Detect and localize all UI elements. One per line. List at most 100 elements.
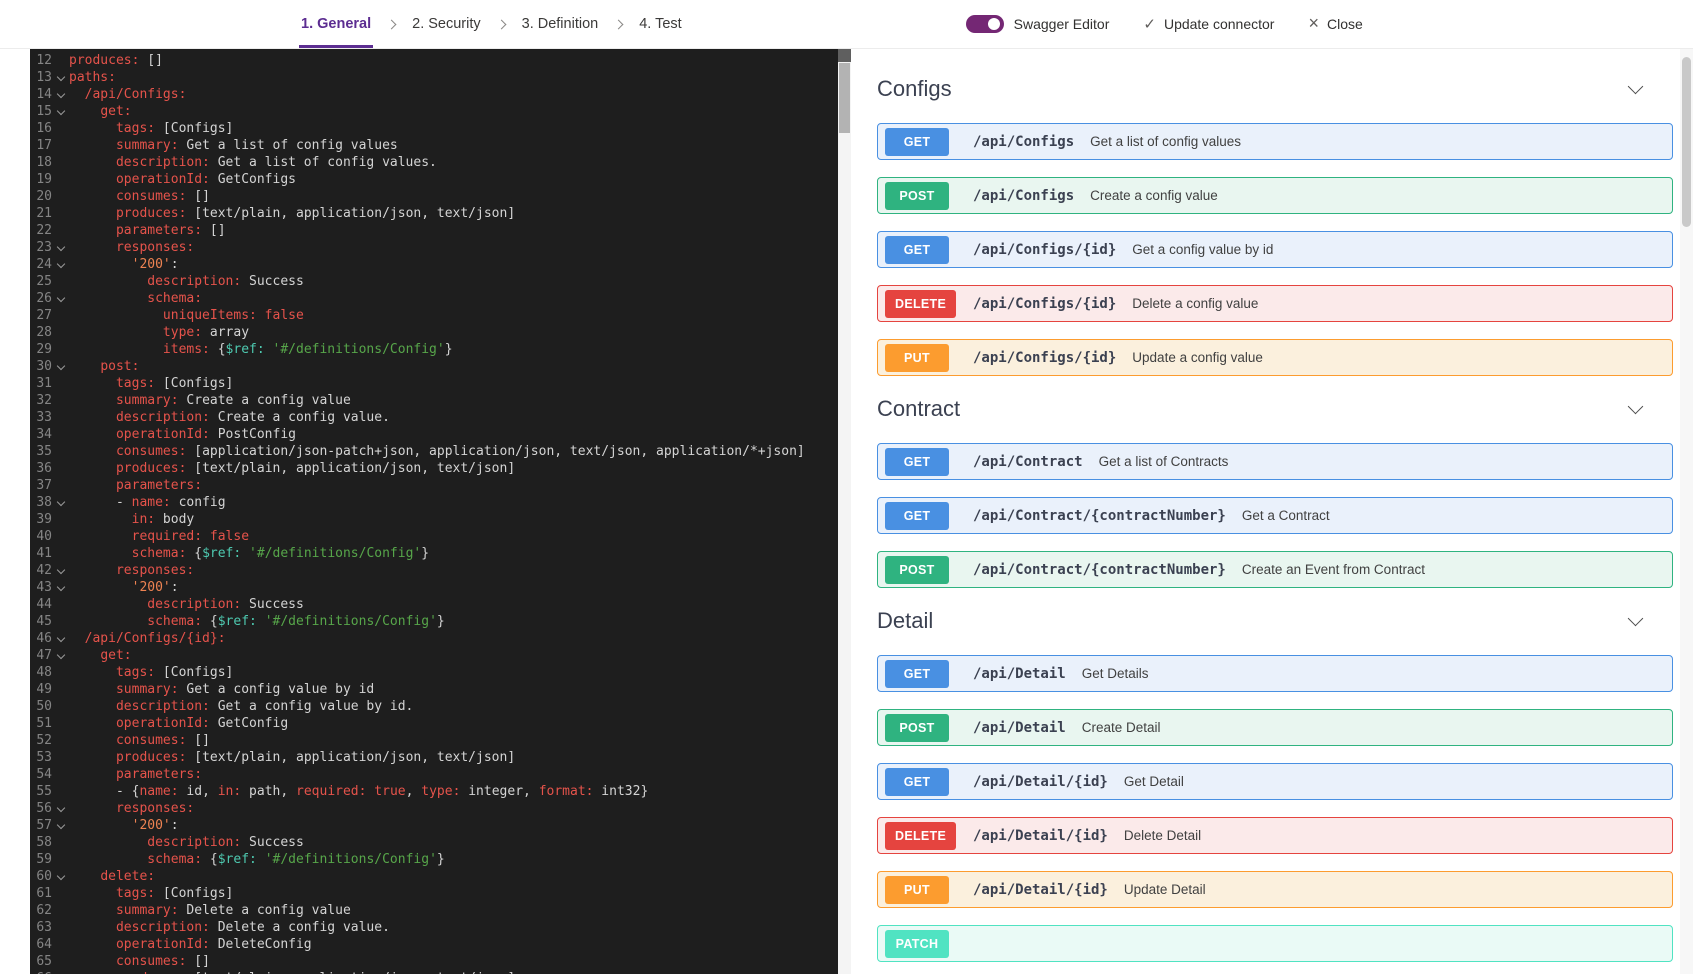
code-line[interactable]: 12 produces: []: [30, 52, 838, 69]
code-line[interactable]: 45 schema: {$ref: '#/definitions/Config'…: [30, 613, 838, 630]
code-line[interactable]: 52 consumes: []: [30, 732, 838, 749]
code-line[interactable]: 64 operationId: DeleteConfig: [30, 936, 838, 953]
code-line[interactable]: 16 tags: [Configs]: [30, 120, 838, 137]
operation-row[interactable]: DELETE/api/Detail/{id} Delete Detail: [877, 817, 1673, 854]
operation-row[interactable]: POST/api/Contract/{contractNumber} Create…: [877, 551, 1673, 588]
fold-chevron-icon[interactable]: [56, 565, 65, 574]
operation-row[interactable]: GET/api/Detail/{id} Get Detail: [877, 763, 1673, 800]
code-line[interactable]: 23 responses:: [30, 239, 838, 256]
operation-row[interactable]: GET/api/Detail Get Details: [877, 655, 1673, 692]
code-line[interactable]: 22 parameters: []: [30, 222, 838, 239]
operation-row[interactable]: GET/api/Contract Get a list of Contracts: [877, 443, 1673, 480]
operation-row[interactable]: GET/api/Configs/{id} Get a config value b…: [877, 231, 1673, 268]
fold-chevron-icon[interactable]: [56, 650, 65, 659]
code-line[interactable]: 46 /api/Configs/{id}:: [30, 630, 838, 647]
code-line[interactable]: 30 post:: [30, 358, 838, 375]
code-line[interactable]: 37 parameters:: [30, 477, 838, 494]
fold-chevron-icon[interactable]: [56, 72, 65, 81]
editor-scrollbar-top-button[interactable]: [838, 49, 851, 62]
code-line[interactable]: 42 responses:: [30, 562, 838, 579]
code-line[interactable]: 53 produces: [text/plain, application/js…: [30, 749, 838, 766]
code-line[interactable]: 49 summary: Get a config value by id: [30, 681, 838, 698]
fold-chevron-icon[interactable]: [56, 259, 65, 268]
operation-row[interactable]: DELETE/api/Configs/{id} Delete a config v…: [877, 285, 1673, 322]
code-line[interactable]: 27 uniqueItems: false: [30, 307, 838, 324]
code-line[interactable]: 55 - {name: id, in: path, required: true…: [30, 783, 838, 800]
code-line[interactable]: 17 summary: Get a list of config values: [30, 137, 838, 154]
update-connector-button[interactable]: ✓ Update connector: [1143, 16, 1274, 32]
operation-row[interactable]: POST/api/Detail Create Detail: [877, 709, 1673, 746]
code-line[interactable]: 28 type: array: [30, 324, 838, 341]
operations-scrollbar[interactable]: [1680, 49, 1693, 974]
code-line[interactable]: 18 description: Get a list of config val…: [30, 154, 838, 171]
tab-definition[interactable]: 3. Definition: [520, 0, 601, 48]
code-line[interactable]: 26 schema:: [30, 290, 838, 307]
operations-scrollbar-thumb[interactable]: [1682, 57, 1691, 227]
code-line[interactable]: 24 '200':: [30, 256, 838, 273]
tab-general[interactable]: 1. General: [299, 0, 374, 48]
close-button[interactable]: × Close: [1308, 14, 1362, 32]
code-editor[interactable]: 12 produces: [] 13 paths: 14 /api/Configs: 15…: [30, 49, 838, 974]
code-line[interactable]: 38 - name: config: [30, 494, 838, 511]
code-line[interactable]: 35 consumes: [application/json-patch+jso…: [30, 443, 838, 460]
fold-chevron-icon[interactable]: [56, 633, 65, 642]
code-line[interactable]: 66 produces: [text/plain, application/js…: [30, 970, 838, 974]
chevron-down-icon[interactable]: [1627, 610, 1644, 627]
operation-row[interactable]: GET/api/Configs Get a list of config valu…: [877, 123, 1673, 160]
code-line[interactable]: 21 produces: [text/plain, application/js…: [30, 205, 838, 222]
code-line[interactable]: 48 tags: [Configs]: [30, 664, 838, 681]
code-line[interactable]: 44 description: Success: [30, 596, 838, 613]
fold-chevron-icon[interactable]: [56, 242, 65, 251]
tab-security[interactable]: 2. Security: [410, 0, 483, 48]
chevron-down-icon[interactable]: [1627, 78, 1644, 95]
section-header-detail[interactable]: Detail: [877, 605, 1673, 637]
code-line[interactable]: 32 summary: Create a config value: [30, 392, 838, 409]
code-line[interactable]: 60 delete:: [30, 868, 838, 885]
code-line[interactable]: 43 '200':: [30, 579, 838, 596]
code-line[interactable]: 34 operationId: PostConfig: [30, 426, 838, 443]
swagger-editor-toggle-group[interactable]: Swagger Editor: [965, 15, 1109, 33]
fold-chevron-icon[interactable]: [56, 871, 65, 880]
code-line[interactable]: 54 parameters:: [30, 766, 838, 783]
code-line[interactable]: 39 in: body: [30, 511, 838, 528]
code-line[interactable]: 59 schema: {$ref: '#/definitions/Config'…: [30, 851, 838, 868]
fold-chevron-icon[interactable]: [56, 582, 65, 591]
code-line[interactable]: 57 '200':: [30, 817, 838, 834]
code-line[interactable]: 65 consumes: []: [30, 953, 838, 970]
operation-row[interactable]: PATCH: [877, 925, 1673, 962]
code-line[interactable]: 56 responses:: [30, 800, 838, 817]
swagger-editor-toggle[interactable]: [965, 15, 1004, 33]
fold-chevron-icon[interactable]: [56, 803, 65, 812]
editor-scrollbar[interactable]: [838, 49, 851, 974]
code-line[interactable]: 29 items: {$ref: '#/definitions/Config'}: [30, 341, 838, 358]
operation-row[interactable]: PUT/api/Detail/{id} Update Detail: [877, 871, 1673, 908]
code-line[interactable]: 63 description: Delete a config value.: [30, 919, 838, 936]
fold-chevron-icon[interactable]: [56, 106, 65, 115]
code-line[interactable]: 33 description: Create a config value.: [30, 409, 838, 426]
tab-test[interactable]: 4. Test: [637, 0, 683, 48]
section-header-contract[interactable]: Contract: [877, 393, 1673, 425]
code-line[interactable]: 20 consumes: []: [30, 188, 838, 205]
code-line[interactable]: 58 description: Success: [30, 834, 838, 851]
code-line[interactable]: 47 get:: [30, 647, 838, 664]
section-header-configs[interactable]: Configs: [877, 73, 1673, 105]
operation-row[interactable]: POST/api/Configs Create a config value: [877, 177, 1673, 214]
code-line[interactable]: 41 schema: {$ref: '#/definitions/Config'…: [30, 545, 838, 562]
code-line[interactable]: 36 produces: [text/plain, application/js…: [30, 460, 838, 477]
code-line[interactable]: 50 description: Get a config value by id…: [30, 698, 838, 715]
editor-scrollbar-thumb[interactable]: [839, 63, 850, 133]
fold-chevron-icon[interactable]: [56, 361, 65, 370]
code-line[interactable]: 31 tags: [Configs]: [30, 375, 838, 392]
fold-chevron-icon[interactable]: [56, 820, 65, 829]
code-line[interactable]: 51 operationId: GetConfig: [30, 715, 838, 732]
code-line[interactable]: 13 paths:: [30, 69, 838, 86]
fold-chevron-icon[interactable]: [56, 89, 65, 98]
fold-chevron-icon[interactable]: [56, 497, 65, 506]
fold-chevron-icon[interactable]: [56, 293, 65, 302]
code-line[interactable]: 40 required: false: [30, 528, 838, 545]
code-line[interactable]: 62 summary: Delete a config value: [30, 902, 838, 919]
operation-row[interactable]: GET/api/Contract/{contractNumber} Get a C…: [877, 497, 1673, 534]
code-line[interactable]: 19 operationId: GetConfigs: [30, 171, 838, 188]
operation-row[interactable]: PUT/api/Configs/{id} Update a config valu…: [877, 339, 1673, 376]
code-line[interactable]: 25 description: Success: [30, 273, 838, 290]
